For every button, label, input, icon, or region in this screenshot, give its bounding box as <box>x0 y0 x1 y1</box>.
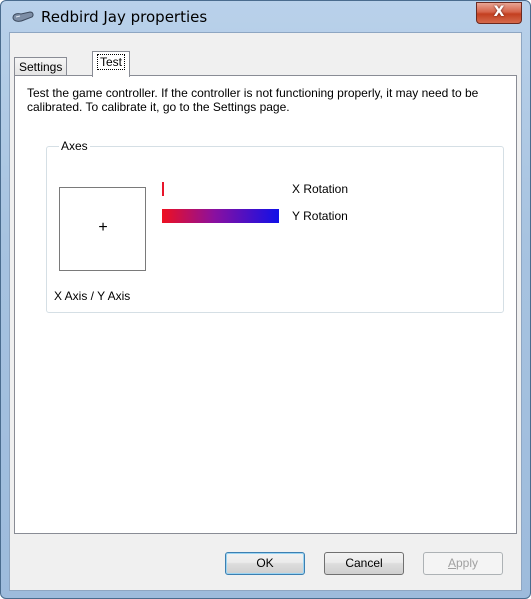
properties-window: Redbird Jay properties X Settings Test T… <box>0 0 531 599</box>
x-rotation-bar <box>162 182 164 196</box>
test-description: Test the game controller. If the control… <box>27 86 479 114</box>
title-bar[interactable]: Redbird Jay properties X <box>1 1 530 31</box>
x-rotation-label: X Rotation <box>292 182 349 196</box>
tab-test-label: Test <box>97 54 126 70</box>
tab-test[interactable]: Test <box>92 51 131 77</box>
axes-groupbox: Axes + X Axis / Y Axis X Rotation Y Rota… <box>46 139 504 313</box>
crosshair-icon: + <box>98 219 108 236</box>
cancel-button-label: Cancel <box>345 556 383 570</box>
xy-axis-display: + <box>59 187 146 271</box>
tab-settings[interactable]: Settings <box>14 57 68 76</box>
xy-axis-label: X Axis / Y Axis <box>54 289 131 303</box>
y-rotation-bar <box>162 209 279 223</box>
apply-button[interactable]: Apply <box>423 552 503 575</box>
cancel-button[interactable]: Cancel <box>324 552 404 575</box>
test-tab-panel: Test the game controller. If the control… <box>14 75 517 534</box>
axes-group-label: Axes <box>59 139 90 153</box>
apply-button-mnemonic: A <box>447 556 456 570</box>
dialog-client-area: Settings Test Test the game controller. … <box>9 32 522 591</box>
ok-button[interactable]: OK <box>225 552 305 575</box>
tab-settings-label: Settings <box>19 60 63 74</box>
close-icon: X <box>493 4 505 20</box>
y-rotation-label: Y Rotation <box>292 209 348 223</box>
ok-button-label: OK <box>256 556 274 570</box>
apply-button-label: pply <box>456 556 479 570</box>
close-button[interactable]: X <box>476 2 522 24</box>
window-title: Redbird Jay properties <box>41 8 208 26</box>
game-controller-icon <box>11 9 35 25</box>
